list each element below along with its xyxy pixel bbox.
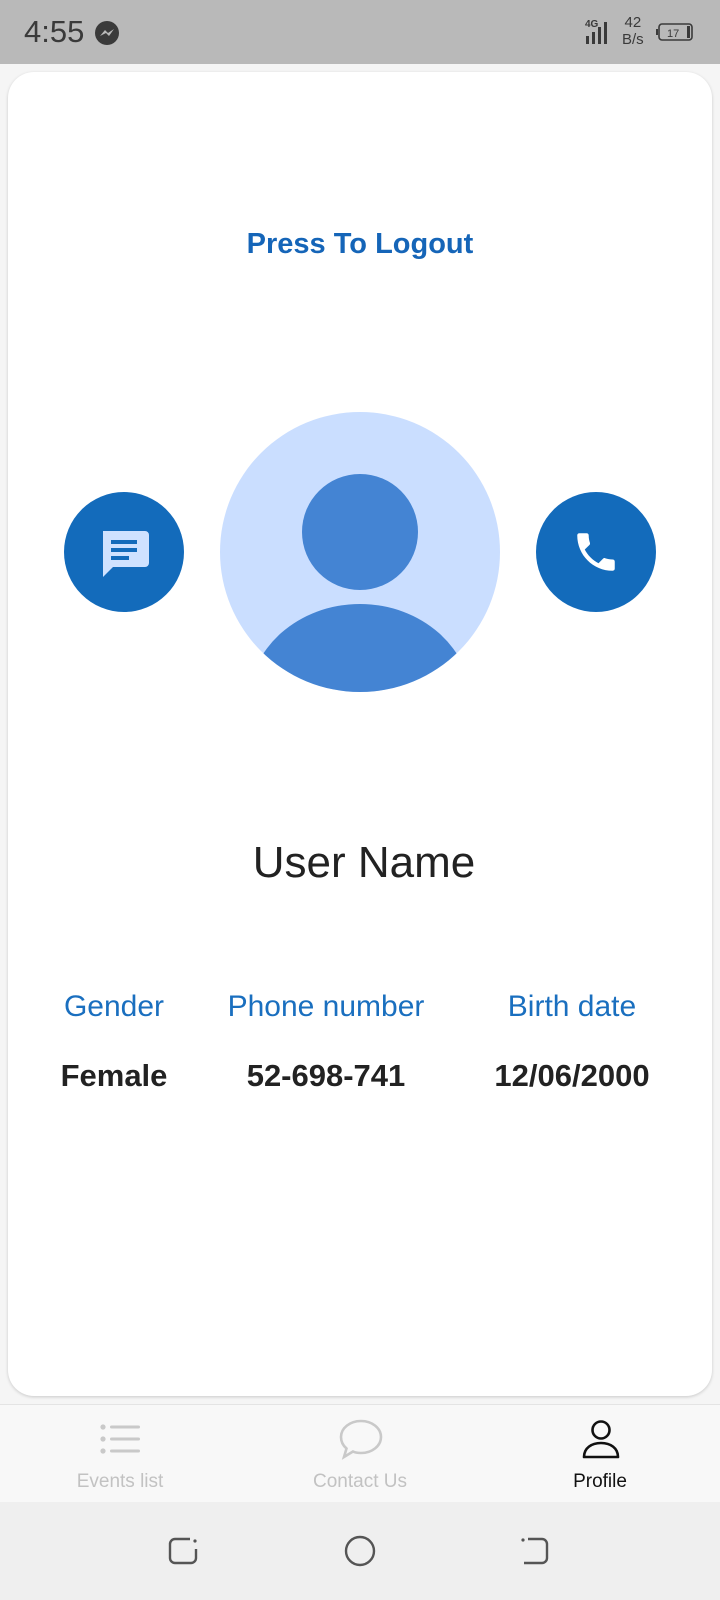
nav-profile[interactable]: Profile <box>480 1405 720 1503</box>
speed-unit: B/s <box>622 31 644 48</box>
battery-level: 17 <box>667 28 679 40</box>
nav-contact-us[interactable]: Contact Us <box>240 1405 480 1503</box>
gender-label: Gender <box>63 990 165 1023</box>
network-speed: 42 B/s <box>622 14 644 48</box>
logout-button[interactable]: Press To Logout <box>0 228 720 261</box>
back-icon[interactable] <box>518 1534 552 1568</box>
nav-label-profile: Profile <box>573 1471 627 1492</box>
network-type-label: 4G <box>585 19 599 30</box>
birth-date-value: 12/06/2000 <box>494 1058 650 1093</box>
system-nav-bar <box>0 1502 720 1600</box>
list-icon <box>100 1424 140 1454</box>
phone-value: 52-698-741 <box>246 1058 406 1093</box>
speech-bubble-icon <box>339 1419 383 1460</box>
birth-date-label: Birth date <box>507 990 637 1023</box>
nav-events-list[interactable]: Events list <box>0 1405 240 1503</box>
phone-label: Phone number <box>227 990 425 1023</box>
person-icon <box>582 1420 620 1459</box>
profile-card <box>8 72 712 1396</box>
chat-bubble-icon <box>103 531 149 577</box>
recents-icon[interactable] <box>166 1534 200 1568</box>
nav-label-contact: Contact Us <box>313 1471 407 1492</box>
chat-button[interactable] <box>64 492 184 612</box>
phone-icon <box>577 533 615 571</box>
home-icon[interactable] <box>343 1534 377 1568</box>
speed-value: 42 <box>624 14 642 31</box>
bottom-nav: Events list Contact Us Profile <box>0 1404 720 1503</box>
messenger-icon <box>95 21 119 45</box>
user-name: User Name <box>252 838 476 887</box>
status-time: 4:55 <box>24 14 85 49</box>
battery-icon: 17 <box>656 23 693 41</box>
call-button[interactable] <box>536 492 656 612</box>
signal-icon: 4G <box>585 19 607 44</box>
avatar <box>220 412 500 692</box>
nav-label-events: Events list <box>76 1471 164 1492</box>
gender-value: Female <box>60 1058 168 1093</box>
status-bar: 4:55 4G 42 B/s 17 <box>0 0 720 64</box>
